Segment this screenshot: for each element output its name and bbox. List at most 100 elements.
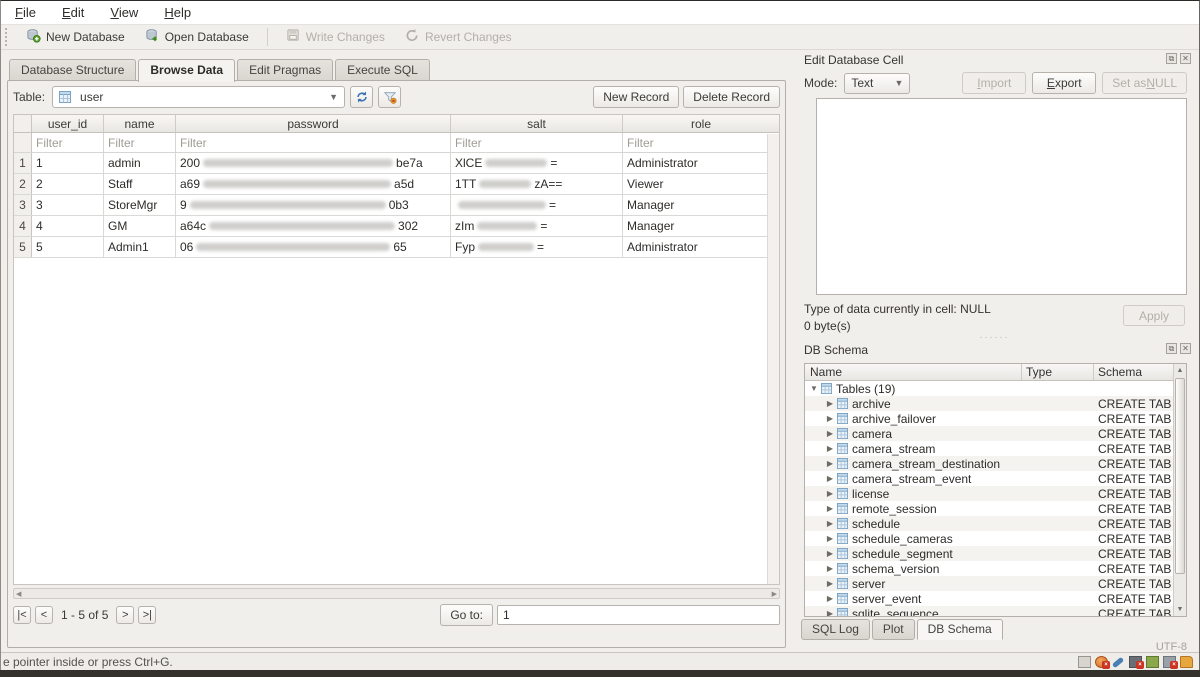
tree-root-tables[interactable]: ▼ Tables (19) — [805, 381, 1173, 396]
tree-item-table[interactable]: ▶ schedule CREATE TAB… — [805, 516, 1173, 531]
cell-role[interactable]: Administrator — [623, 153, 779, 173]
cell-password[interactable]: 9 0b3 — [176, 195, 451, 215]
filter-input-salt[interactable] — [451, 133, 622, 152]
cell-salt[interactable]: = — [451, 195, 623, 215]
tree-item-table[interactable]: ▶ camera CREATE TAB… — [805, 426, 1173, 441]
tree-item-table[interactable]: ▶ remote_session CREATE TAB… — [805, 501, 1173, 516]
cell-password[interactable]: a69 a5d — [176, 174, 451, 194]
tab-execute-sql[interactable]: Execute SQL — [335, 59, 430, 81]
scroll-left-arrow-icon[interactable]: ◀ — [16, 590, 21, 598]
collapsed-arrow-icon[interactable]: ▶ — [825, 579, 835, 588]
menu-edit[interactable]: Edit — [62, 5, 84, 20]
collapsed-arrow-icon[interactable]: ▶ — [825, 609, 835, 617]
tree-item-table[interactable]: ▶ archive CREATE TAB… — [805, 396, 1173, 411]
dock-tab-plot[interactable]: Plot — [872, 619, 915, 640]
cell-role[interactable]: Administrator — [623, 237, 779, 257]
clipboard-icon[interactable] — [1180, 656, 1193, 668]
collapsed-arrow-icon[interactable]: ▶ — [825, 504, 835, 513]
tab-browse-data[interactable]: Browse Data — [138, 59, 235, 82]
tree-item-table[interactable]: ▶ camera_stream_destination CREATE TAB… — [805, 456, 1173, 471]
scroll-down-arrow-icon[interactable]: ▼ — [1174, 603, 1186, 616]
goto-button[interactable]: Go to: — [440, 604, 493, 626]
filter-input-user-id[interactable] — [32, 133, 103, 152]
filter-input-password[interactable] — [176, 133, 450, 152]
close-panel-icon[interactable]: ✕ — [1180, 343, 1191, 354]
key-icon[interactable] — [1112, 656, 1125, 668]
float-panel-icon[interactable]: ⧉ — [1166, 343, 1177, 354]
cell-editor-area[interactable] — [816, 98, 1187, 295]
cell-name[interactable]: Staff — [104, 174, 176, 194]
cell-role[interactable]: Manager — [623, 195, 779, 215]
grid-horizontal-scrollbar[interactable]: ◀ ▶ — [13, 588, 780, 599]
refresh-button[interactable] — [350, 86, 373, 108]
column-header-salt[interactable]: salt — [451, 115, 623, 132]
first-record-button[interactable]: |< — [13, 606, 31, 624]
float-panel-icon[interactable]: ⧉ — [1166, 53, 1177, 64]
cell-salt[interactable]: Fyp = — [451, 237, 623, 257]
cell-name[interactable]: StoreMgr — [104, 195, 176, 215]
splitter-handle[interactable]: ······ — [794, 332, 1195, 342]
cell-user-id[interactable]: 1 — [32, 153, 104, 173]
scrollbar-thumb[interactable] — [1175, 378, 1185, 574]
cell-salt[interactable]: zIm = — [451, 216, 623, 236]
scroll-right-arrow-icon[interactable]: ▶ — [772, 590, 777, 598]
revert-changes-button[interactable]: Revert Changes — [397, 26, 520, 48]
menu-file[interactable]: File — [15, 5, 36, 20]
row-number[interactable]: 3 — [14, 195, 32, 215]
cell-name[interactable]: admin — [104, 153, 176, 173]
collapsed-arrow-icon[interactable]: ▶ — [825, 534, 835, 543]
cell-user-id[interactable]: 5 — [32, 237, 104, 257]
cell-role[interactable]: Viewer — [623, 174, 779, 194]
tab-database-structure[interactable]: Database Structure — [9, 59, 136, 81]
cell-password[interactable]: 06 65 — [176, 237, 451, 257]
tree-column-type[interactable]: Type — [1026, 365, 1052, 379]
export-button[interactable]: Export — [1032, 72, 1096, 94]
tree-item-table[interactable]: ▶ schedule_cameras CREATE TAB… — [805, 531, 1173, 546]
collapsed-arrow-icon[interactable]: ▶ — [825, 549, 835, 558]
cell-name[interactable]: GM — [104, 216, 176, 236]
grid-vertical-scrollbar[interactable] — [767, 134, 779, 584]
tree-column-name[interactable]: Name — [810, 365, 842, 379]
new-record-button[interactable]: New Record — [593, 86, 679, 108]
cell-salt[interactable]: 1TT zA== — [451, 174, 623, 194]
tree-vertical-scrollbar[interactable]: ▲ ▼ — [1173, 364, 1186, 616]
cell-password[interactable]: a64c 302 — [176, 216, 451, 236]
collapsed-arrow-icon[interactable]: ▶ — [825, 564, 835, 573]
collapsed-arrow-icon[interactable]: ▶ — [825, 594, 835, 603]
delete-record-button[interactable]: Delete Record — [683, 86, 780, 108]
close-panel-icon[interactable]: ✕ — [1180, 53, 1191, 64]
image-viewer-icon[interactable] — [1078, 656, 1091, 668]
tree-item-table[interactable]: ▶ schedule_segment CREATE TAB… — [805, 546, 1173, 561]
cell-role[interactable]: Manager — [623, 216, 779, 236]
column-header-role[interactable]: role — [623, 115, 779, 132]
mode-select[interactable]: Text ▼ — [844, 73, 910, 94]
save-error-icon[interactable]: × — [1129, 656, 1142, 668]
collapsed-arrow-icon[interactable]: ▶ — [825, 489, 835, 498]
clear-all-filters-button[interactable] — [378, 86, 401, 108]
scroll-up-arrow-icon[interactable]: ▲ — [1174, 364, 1186, 377]
tab-edit-pragmas[interactable]: Edit Pragmas — [237, 59, 333, 81]
table-select[interactable]: user ▼ — [52, 86, 345, 108]
tree-item-table[interactable]: ▶ archive_failover CREATE TAB… — [805, 411, 1173, 426]
apply-button[interactable]: Apply — [1123, 305, 1185, 326]
goto-record-input[interactable] — [497, 605, 780, 625]
write-changes-button[interactable]: Write Changes — [278, 26, 393, 48]
dock-tab-sql-log[interactable]: SQL Log — [801, 619, 870, 640]
filter-input-name[interactable] — [104, 133, 175, 152]
expanded-arrow-icon[interactable]: ▼ — [809, 384, 819, 393]
tree-item-table[interactable]: ▶ camera_stream_event CREATE TAB… — [805, 471, 1173, 486]
dock-tab-db-schema[interactable]: DB Schema — [917, 619, 1003, 640]
previous-record-button[interactable]: < — [35, 606, 53, 624]
tree-item-table[interactable]: ▶ sqlite_sequence CREATE TAB… — [805, 606, 1173, 617]
cell-name[interactable]: Admin1 — [104, 237, 176, 257]
cell-user-id[interactable]: 3 — [32, 195, 104, 215]
display-icon[interactable] — [1146, 656, 1159, 668]
column-header-password[interactable]: password — [176, 115, 451, 132]
tree-column-schema[interactable]: Schema — [1098, 365, 1142, 379]
tree-item-table[interactable]: ▶ schema_version CREATE TAB… — [805, 561, 1173, 576]
menu-help[interactable]: Help — [164, 5, 191, 20]
row-number[interactable]: 4 — [14, 216, 32, 236]
row-number[interactable]: 5 — [14, 237, 32, 257]
collapsed-arrow-icon[interactable]: ▶ — [825, 519, 835, 528]
row-number[interactable]: 1 — [14, 153, 32, 173]
